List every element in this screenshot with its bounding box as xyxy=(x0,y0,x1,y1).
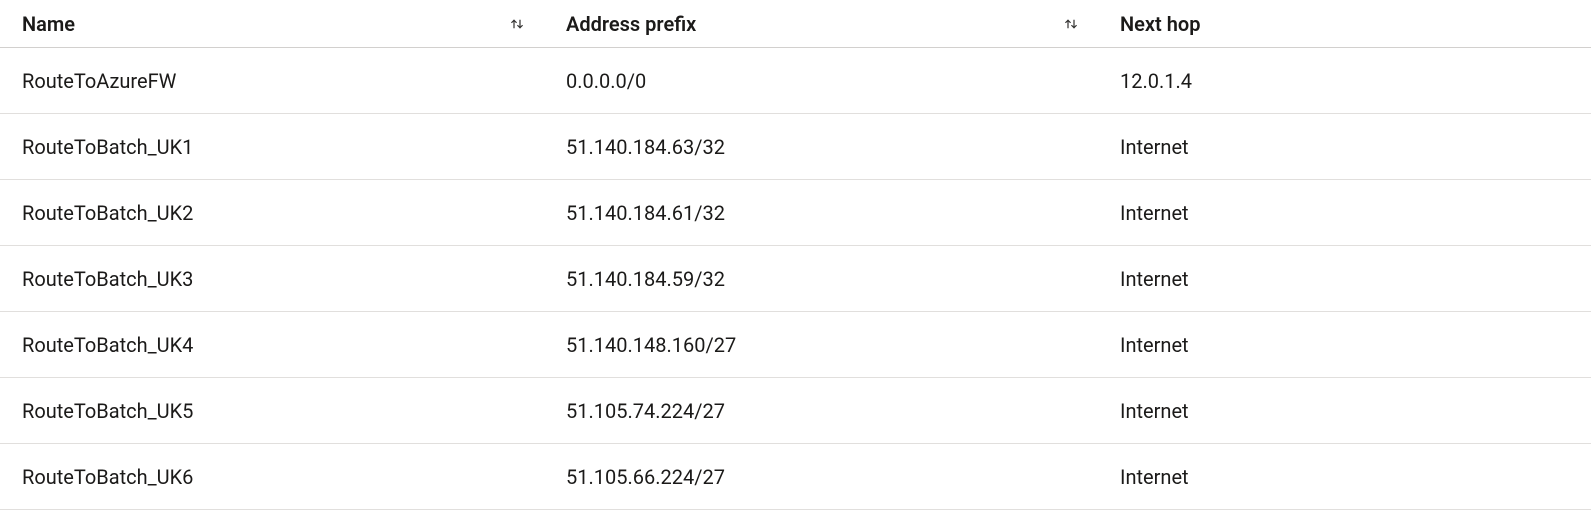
cell-next-hop: 12.0.1.4 xyxy=(1098,69,1591,93)
table-row[interactable]: RouteToBatch_UK251.140.184.61/32Internet xyxy=(0,180,1591,246)
table-body: RouteToAzureFW0.0.0.0/012.0.1.4RouteToBa… xyxy=(0,48,1591,510)
table-row[interactable]: RouteToBatch_UK551.105.74.224/27Internet xyxy=(0,378,1591,444)
cell-next-hop: Internet xyxy=(1098,399,1591,423)
column-header-address-prefix[interactable]: Address prefix xyxy=(544,0,1098,47)
table-row[interactable]: RouteToBatch_UK451.140.148.160/27Interne… xyxy=(0,312,1591,378)
cell-name: RouteToBatch_UK5 xyxy=(0,399,544,423)
cell-next-hop: Internet xyxy=(1098,465,1591,489)
column-header-name[interactable]: Name xyxy=(0,0,544,47)
cell-address-prefix: 0.0.0.0/0 xyxy=(544,69,1098,93)
table-row[interactable]: RouteToBatch_UK351.140.184.59/32Internet xyxy=(0,246,1591,312)
cell-address-prefix: 51.105.66.224/27 xyxy=(544,465,1098,489)
column-header-next-hop-label: Next hop xyxy=(1120,12,1200,36)
cell-address-prefix: 51.105.74.224/27 xyxy=(544,399,1098,423)
cell-address-prefix: 51.140.184.59/32 xyxy=(544,267,1098,291)
column-header-address-prefix-label: Address prefix xyxy=(566,12,696,36)
cell-address-prefix: 51.140.148.160/27 xyxy=(544,333,1098,357)
column-header-next-hop: Next hop xyxy=(1098,0,1591,47)
cell-name: RouteToBatch_UK3 xyxy=(0,267,544,291)
cell-name: RouteToBatch_UK1 xyxy=(0,135,544,159)
table-row[interactable]: RouteToAzureFW0.0.0.0/012.0.1.4 xyxy=(0,48,1591,114)
table-row[interactable]: RouteToBatch_UK151.140.184.63/32Internet xyxy=(0,114,1591,180)
column-header-name-label: Name xyxy=(22,12,75,36)
cell-next-hop: Internet xyxy=(1098,333,1591,357)
sort-icon xyxy=(1062,15,1080,33)
cell-next-hop: Internet xyxy=(1098,267,1591,291)
cell-address-prefix: 51.140.184.63/32 xyxy=(544,135,1098,159)
table-row[interactable]: RouteToBatch_UK651.105.66.224/27Internet xyxy=(0,444,1591,510)
cell-name: RouteToBatch_UK4 xyxy=(0,333,544,357)
cell-address-prefix: 51.140.184.61/32 xyxy=(544,201,1098,225)
sort-icon xyxy=(508,15,526,33)
cell-name: RouteToBatch_UK6 xyxy=(0,465,544,489)
table-header-row: Name Address prefix Next hop xyxy=(0,0,1591,48)
cell-name: RouteToBatch_UK2 xyxy=(0,201,544,225)
cell-next-hop: Internet xyxy=(1098,135,1591,159)
cell-next-hop: Internet xyxy=(1098,201,1591,225)
routes-table: Name Address prefix Next hop RouteToAzur… xyxy=(0,0,1591,510)
cell-name: RouteToAzureFW xyxy=(0,69,544,93)
